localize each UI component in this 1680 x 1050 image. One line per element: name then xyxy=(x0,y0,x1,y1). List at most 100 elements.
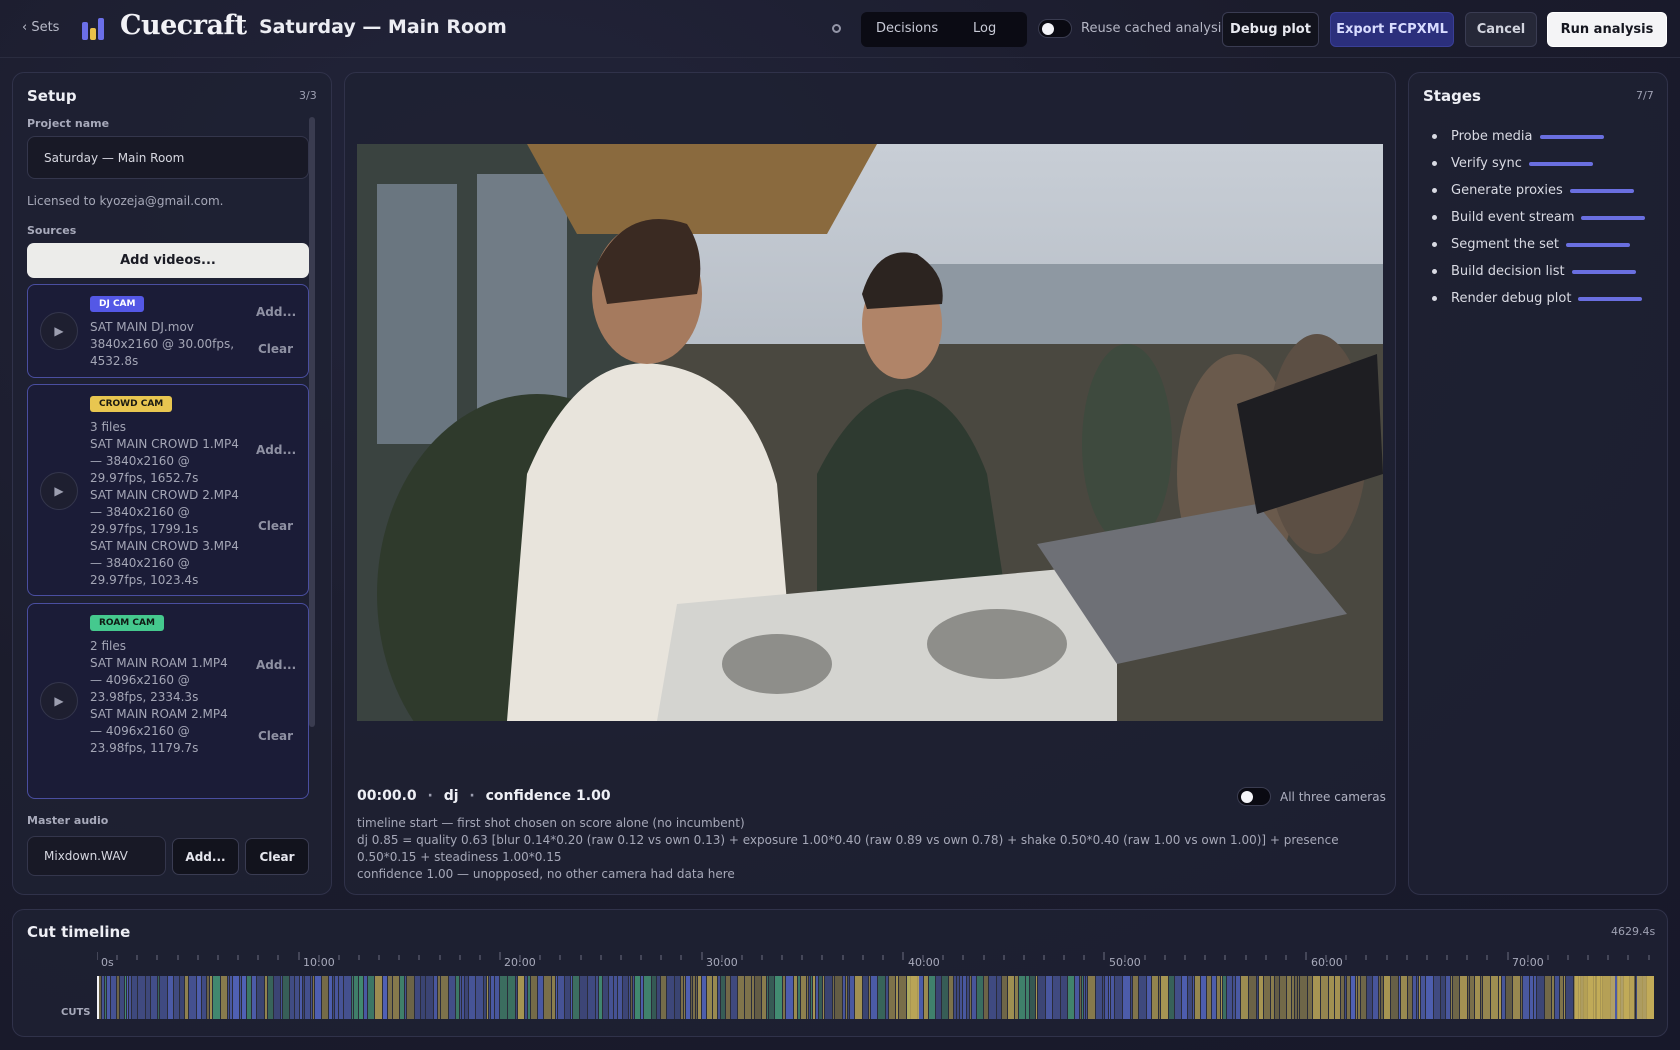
cut-segment xyxy=(240,976,241,1019)
cut-segment xyxy=(487,976,488,1019)
cut-segment xyxy=(1015,976,1018,1019)
cut-segment xyxy=(823,976,824,1019)
cut-segment xyxy=(1379,976,1380,1019)
master-audio-clear-button[interactable]: Clear xyxy=(245,838,309,875)
cut-segment xyxy=(1075,976,1079,1019)
cut-segment xyxy=(644,976,651,1019)
cut-segment xyxy=(460,976,461,1019)
reuse-cache-toggle[interactable] xyxy=(1038,19,1072,38)
tab-decisions[interactable]: Decisions xyxy=(876,21,938,36)
cut-segment xyxy=(1358,976,1360,1019)
cut-segment xyxy=(886,976,888,1019)
all-cameras-toggle[interactable] xyxy=(1237,787,1271,806)
cut-segment xyxy=(1419,976,1420,1019)
back-to-sets-link[interactable]: ‹ Sets xyxy=(22,20,59,35)
cut-segment xyxy=(1292,976,1294,1019)
cut-segment xyxy=(1426,976,1433,1019)
cut-segment xyxy=(1019,976,1025,1019)
camera-add-button[interactable]: Add... xyxy=(256,305,296,319)
camera-file-info: 2 files SAT MAIN ROAM 1.MP4 — 4096x2160 … xyxy=(90,639,228,755)
cut-segment xyxy=(713,976,717,1019)
cut-segment xyxy=(783,976,785,1019)
cut-segment xyxy=(571,976,572,1019)
cut-segment xyxy=(146,976,150,1019)
cut-segment xyxy=(762,976,766,1019)
cut-segment xyxy=(657,976,660,1019)
project-name-input[interactable]: Saturday — Main Room xyxy=(27,136,309,179)
cut-segment xyxy=(738,976,744,1019)
master-audio-input[interactable]: Mixdown.WAV xyxy=(27,836,166,876)
timeline-tick-label: 40:00 xyxy=(908,956,940,969)
stage-label: Probe media xyxy=(1451,129,1533,144)
stage-label: Verify sync xyxy=(1451,156,1522,171)
cut-segment xyxy=(977,976,983,1019)
camera-clear-button[interactable]: Clear xyxy=(258,729,293,743)
cut-segment xyxy=(1399,976,1400,1019)
camera-add-button[interactable]: Add... xyxy=(256,658,296,672)
stage-item: Render debug plot xyxy=(1432,285,1645,312)
export-fcpxml-button[interactable]: Export FCPXML xyxy=(1330,12,1454,47)
cut-segment xyxy=(1373,976,1378,1019)
cut-segment xyxy=(528,976,530,1019)
video-preview[interactable] xyxy=(357,144,1383,721)
play-icon[interactable]: ▶ xyxy=(40,312,78,350)
cut-segment xyxy=(129,976,131,1019)
cut-segment xyxy=(313,976,314,1019)
timeline-tick-label: 30:00 xyxy=(706,956,738,969)
cut-segment xyxy=(588,976,595,1019)
decision-confidence: confidence 1.00 xyxy=(485,788,611,804)
cut-segment xyxy=(609,976,613,1019)
cut-segment xyxy=(1115,976,1122,1019)
timeline-title: Cut timeline xyxy=(27,923,131,941)
cut-segment xyxy=(383,976,387,1019)
cut-segment xyxy=(1082,976,1083,1019)
cut-segment xyxy=(949,976,953,1019)
play-icon[interactable]: ▶ xyxy=(40,682,78,720)
stages-count: 7/7 xyxy=(1636,89,1654,102)
cuts-track[interactable] xyxy=(97,976,1654,1019)
cut-segment xyxy=(329,976,332,1019)
run-analysis-button[interactable]: Run analysis xyxy=(1547,12,1667,47)
cut-segment xyxy=(1421,976,1425,1019)
stage-label: Segment the set xyxy=(1451,237,1559,252)
camera-clear-button[interactable]: Clear xyxy=(258,342,293,356)
cut-segment xyxy=(462,976,464,1019)
cut-segment xyxy=(364,976,367,1019)
camera-add-button[interactable]: Add... xyxy=(256,443,296,457)
cut-segment xyxy=(1287,976,1291,1019)
cut-segment xyxy=(889,976,895,1019)
cut-segment xyxy=(202,976,206,1019)
play-icon[interactable]: ▶ xyxy=(40,472,78,510)
cut-segment xyxy=(629,976,630,1019)
tab-log[interactable]: Log xyxy=(973,21,996,36)
cut-segment xyxy=(1182,976,1187,1019)
cut-segment xyxy=(1367,976,1372,1019)
cut-segment xyxy=(290,976,294,1019)
add-videos-button[interactable]: Add videos... xyxy=(27,243,309,278)
cut-segment xyxy=(107,976,110,1019)
master-audio-label: Master audio xyxy=(27,814,109,827)
cut-segment xyxy=(1002,976,1007,1019)
cut-segment xyxy=(1131,976,1132,1019)
master-audio-add-button[interactable]: Add... xyxy=(172,838,239,875)
cut-segment xyxy=(573,976,579,1019)
setup-scrollbar[interactable] xyxy=(309,117,315,727)
cut-segment xyxy=(1356,976,1357,1019)
debug-plot-button[interactable]: Debug plot xyxy=(1222,12,1319,47)
cut-segment xyxy=(816,976,818,1019)
cancel-button[interactable]: Cancel xyxy=(1465,12,1537,47)
cut-segment xyxy=(1499,976,1501,1019)
cut-segment xyxy=(652,976,656,1019)
cut-segment xyxy=(335,976,338,1019)
cut-segment xyxy=(726,976,730,1019)
cut-segment xyxy=(388,976,392,1019)
cut-segment xyxy=(681,976,683,1019)
cut-segment xyxy=(1361,976,1366,1019)
cut-segment xyxy=(1321,976,1328,1019)
cut-segment xyxy=(1560,976,1563,1019)
cut-segment xyxy=(718,976,720,1019)
brand-logo-icon xyxy=(82,18,106,40)
camera-clear-button[interactable]: Clear xyxy=(258,519,293,533)
camera-card-roam: ROAM CAM ▶ 2 files SAT MAIN ROAM 1.MP4 —… xyxy=(27,603,309,799)
stage-label: Generate proxies xyxy=(1451,183,1563,198)
